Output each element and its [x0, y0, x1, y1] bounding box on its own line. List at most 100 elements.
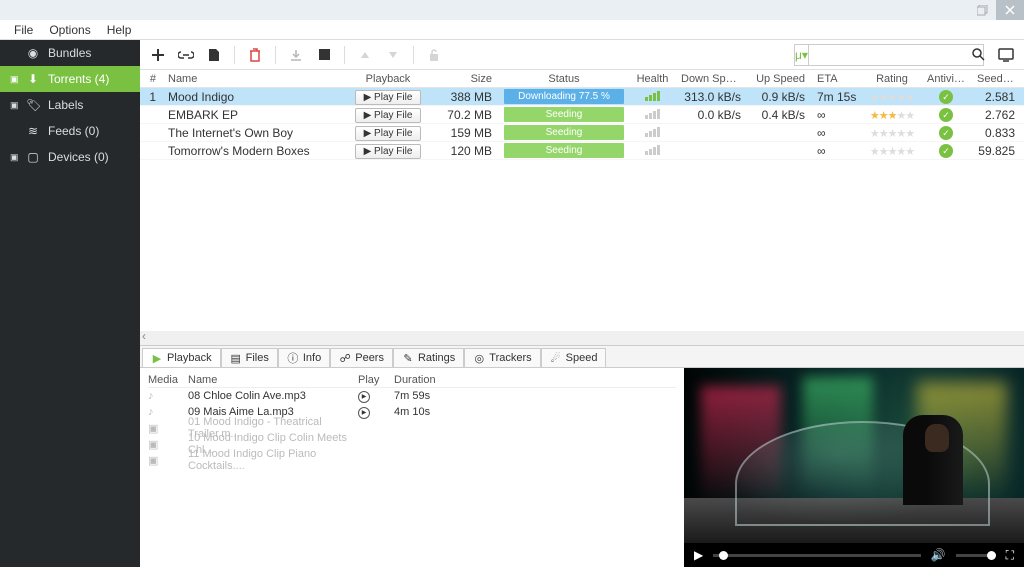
tab-ratings[interactable]: ✎Ratings — [393, 348, 464, 367]
window-restore-icon[interactable] — [968, 0, 996, 20]
speed-icon: ☄ — [550, 352, 562, 364]
tab-files[interactable]: ▤Files — [221, 348, 278, 367]
create-torrent-button[interactable] — [202, 44, 226, 66]
search-icon[interactable] — [972, 48, 985, 61]
move-down-button[interactable] — [381, 44, 405, 66]
files-icon: ▤ — [230, 352, 242, 364]
progress-bar[interactable] — [713, 554, 920, 557]
expand-icon[interactable]: ▣ — [10, 152, 18, 163]
play-button[interactable]: ▶ — [694, 548, 703, 562]
detail-pane: Media Name Play Duration ♪08 Chloe Colin… — [140, 367, 1024, 567]
play-icon[interactable]: ▶ — [358, 391, 370, 403]
titlebar — [0, 0, 1024, 20]
move-up-button[interactable] — [353, 44, 377, 66]
rss-icon: ≋ — [26, 124, 40, 138]
play-file-button[interactable]: ▶ Play File — [355, 144, 422, 159]
col-av[interactable]: Antivirus — [921, 73, 971, 85]
ratings-icon: ✎ — [402, 352, 414, 364]
list-item[interactable]: ▣11 Mood Indigo Clip Piano Cocktails.... — [148, 452, 676, 468]
col-num[interactable]: # — [140, 73, 162, 85]
fcol-dur[interactable]: Duration — [394, 374, 464, 386]
col-down[interactable]: Down Speed — [675, 73, 747, 85]
start-button[interactable] — [284, 44, 308, 66]
device-icon: ▢ — [26, 150, 40, 164]
remote-button[interactable] — [994, 44, 1018, 66]
music-icon: ♪ — [148, 390, 154, 402]
menu-options[interactable]: Options — [41, 21, 98, 39]
sidebar-item-labels[interactable]: ▣ 🏷 Labels — [0, 92, 140, 118]
sidebar-label: Torrents (4) — [48, 72, 109, 86]
stop-button[interactable] — [312, 44, 336, 66]
table-row[interactable]: The Internet's Own Boy▶ Play File159 MBS… — [140, 124, 1024, 142]
separator — [275, 46, 276, 64]
sidebar-item-bundles[interactable]: ◉ Bundles — [0, 40, 140, 66]
search-box: μ▾ — [794, 44, 984, 66]
trackers-icon: ◎ — [473, 352, 485, 364]
table-header: # Name Playback Size Status Health Down … — [140, 70, 1024, 88]
play-icon[interactable]: ▶ — [358, 407, 370, 419]
detail-tabs: ▶Playback ▤Files ⓘInfo ☍Peers ✎Ratings ◎… — [140, 345, 1024, 367]
sidebar-item-torrents[interactable]: ▣ ⬇ Torrents (4) — [0, 66, 140, 92]
content: μ▾ # Name Playback Size Status Health Do… — [140, 40, 1024, 567]
col-status[interactable]: Status — [498, 73, 630, 85]
file-header: Media Name Play Duration — [148, 372, 676, 388]
table-row[interactable]: Tomorrow's Modern Boxes▶ Play File120 MB… — [140, 142, 1024, 160]
video-player: ▶ 🔊 ⛶ — [684, 368, 1024, 567]
tab-playback[interactable]: ▶Playback — [142, 348, 221, 367]
sidebar-label: Devices (0) — [48, 150, 109, 164]
sidebar-item-feeds[interactable]: ≋ Feeds (0) — [0, 118, 140, 144]
video-frame[interactable] — [684, 368, 1024, 543]
col-size[interactable]: Size — [428, 73, 498, 85]
menu-file[interactable]: File — [6, 21, 41, 39]
globe-icon: ◉ — [26, 46, 40, 60]
remove-button[interactable] — [243, 44, 267, 66]
fcol-media[interactable]: Media — [148, 374, 188, 386]
window-close-icon[interactable] — [996, 0, 1024, 20]
tab-info[interactable]: ⓘInfo — [278, 348, 330, 367]
table-row[interactable]: 1Mood Indigo▶ Play File388 MBDownloading… — [140, 88, 1024, 106]
col-up[interactable]: Up Speed — [747, 73, 811, 85]
horizontal-scrollbar[interactable] — [140, 331, 1024, 345]
col-seeds[interactable]: Seeds/... — [971, 73, 1021, 85]
list-item[interactable]: ♪08 Chloe Colin Ave.mp3▶7m 59s — [148, 388, 676, 404]
tab-speed[interactable]: ☄Speed — [541, 348, 607, 367]
video-icon: ▣ — [148, 423, 158, 435]
volume-icon[interactable]: 🔊 — [931, 548, 946, 562]
music-icon: ♪ — [148, 406, 154, 418]
search-input[interactable] — [809, 48, 972, 62]
fcol-play[interactable]: Play — [358, 374, 394, 386]
peers-icon: ☍ — [339, 352, 351, 364]
menu-help[interactable]: Help — [99, 21, 140, 39]
add-url-button[interactable] — [174, 44, 198, 66]
play-file-button[interactable]: ▶ Play File — [355, 126, 422, 141]
menubar: File Options Help — [0, 20, 1024, 40]
sidebar-item-devices[interactable]: ▣ ▢ Devices (0) — [0, 144, 140, 170]
volume-slider[interactable] — [956, 554, 996, 557]
col-name[interactable]: Name — [162, 73, 348, 85]
tab-trackers[interactable]: ◎Trackers — [464, 348, 540, 367]
play-icon: ▶ — [151, 352, 163, 364]
col-eta[interactable]: ETA — [811, 73, 863, 85]
tab-peers[interactable]: ☍Peers — [330, 348, 393, 367]
play-file-button[interactable]: ▶ Play File — [355, 90, 422, 105]
video-icon: ▣ — [148, 439, 158, 451]
add-torrent-button[interactable] — [146, 44, 170, 66]
fcol-name[interactable]: Name — [188, 374, 358, 386]
file-list: Media Name Play Duration ♪08 Chloe Colin… — [140, 368, 684, 567]
col-play[interactable]: Playback — [348, 73, 428, 85]
table-row[interactable]: EMBARK EP▶ Play File70.2 MBSeeding0.0 kB… — [140, 106, 1024, 124]
expand-icon[interactable]: ▣ — [10, 100, 18, 111]
col-health[interactable]: Health — [630, 73, 675, 85]
unlock-button[interactable] — [422, 44, 446, 66]
separator — [234, 46, 235, 64]
sidebar-label: Labels — [48, 98, 83, 112]
search-engine-dropdown[interactable]: μ▾ — [795, 45, 809, 65]
video-icon: ▣ — [148, 455, 158, 467]
play-file-button[interactable]: ▶ Play File — [355, 108, 422, 123]
download-icon: ⬇ — [26, 72, 40, 86]
sidebar: ◉ Bundles ▣ ⬇ Torrents (4) ▣ 🏷 Labels ≋ … — [0, 40, 140, 567]
torrent-table: # Name Playback Size Status Health Down … — [140, 70, 1024, 345]
expand-icon[interactable]: ▣ — [10, 74, 18, 85]
fullscreen-button[interactable]: ⛶ — [1006, 548, 1014, 563]
col-rating[interactable]: Rating — [863, 73, 921, 85]
